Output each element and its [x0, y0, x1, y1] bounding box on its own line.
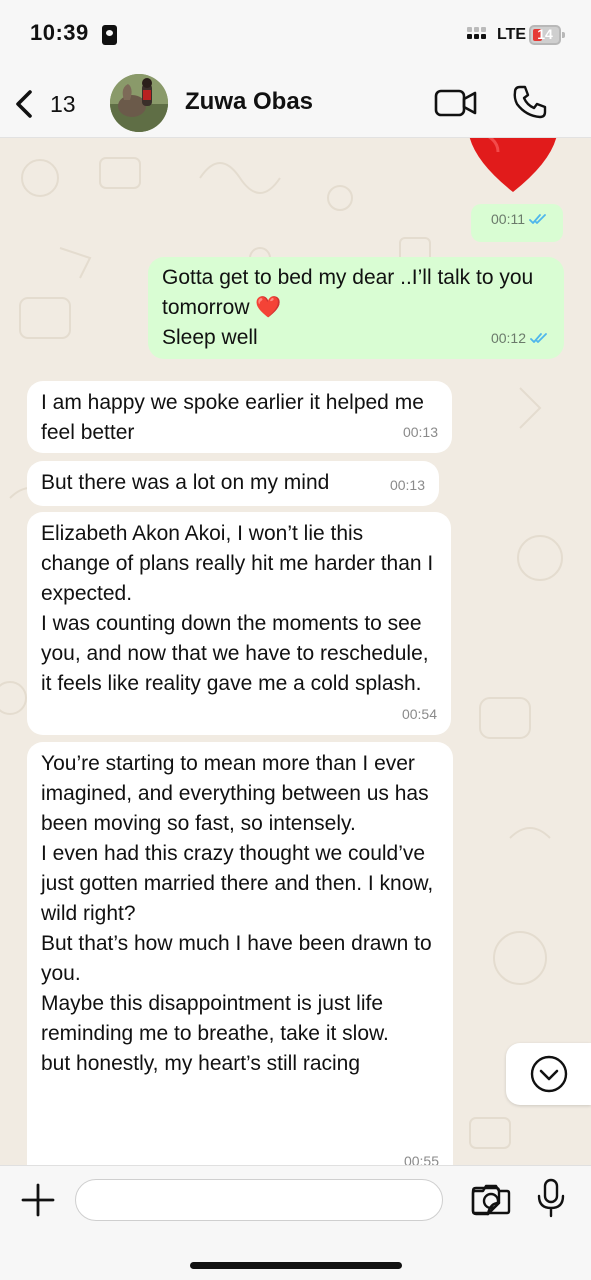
heart-emoji [469, 138, 557, 192]
chat-header: 13 Zuwa Obas [0, 70, 591, 138]
video-camera-icon[interactable] [434, 86, 478, 120]
message-time: 00:13 [389, 477, 425, 493]
message-input-field[interactable] [75, 1179, 501, 1221]
message-bubble-outgoing[interactable]: Gotta get to bed my dear ..I’ll talk to … [148, 257, 564, 359]
back-chevron-icon [16, 90, 32, 118]
message-bubble-outgoing[interactable]: 00:11 [471, 204, 563, 242]
signal-strength-icon [467, 27, 491, 45]
contact-name[interactable]: Zuwa Obas [185, 88, 313, 116]
message-text: Elizabeth Akon Akoi, I won’t lie this ch… [41, 522, 434, 695]
message-text: I am happy we spoke earlier it helped me… [41, 391, 424, 444]
input-bar [0, 1165, 591, 1280]
message-bubble-incoming[interactable]: You’re starting to mean more than I ever… [27, 742, 453, 1165]
phone-icon[interactable] [512, 84, 548, 120]
chat-area[interactable]: 00:11 Gotta get to bed my dear ..I’ll ta… [0, 138, 591, 1165]
double-check-icon [530, 333, 547, 343]
double-check-icon [529, 214, 546, 224]
message-input[interactable] [90, 1186, 390, 1214]
unread-count: 13 [50, 90, 76, 117]
battery-level: 14 [537, 26, 553, 42]
back-button[interactable]: 13 [10, 82, 90, 126]
status-bar: 10:39 LTE 14 [0, 0, 591, 70]
scroll-to-bottom-button[interactable] [506, 1043, 591, 1105]
message-time: 00:55 [403, 1153, 439, 1165]
contact-card-icon [102, 25, 117, 45]
chevron-down-circle-icon [530, 1055, 568, 1093]
message-text: But there was a lot on my mind [41, 471, 330, 494]
microphone-icon[interactable] [536, 1178, 566, 1218]
plus-icon[interactable] [20, 1182, 56, 1218]
home-indicator [190, 1262, 402, 1269]
message-bubble-incoming[interactable]: But there was a lot on my mind 00:13 [27, 461, 439, 506]
network-type: LTE [497, 26, 527, 43]
message-time: 00:13 [402, 424, 438, 440]
battery-icon: 14 [529, 25, 565, 45]
message-bubble-incoming[interactable]: Elizabeth Akon Akoi, I won’t lie this ch… [27, 512, 451, 735]
avatar[interactable] [110, 74, 168, 132]
status-time: 10:39 [30, 20, 89, 45]
message-text: You’re starting to mean more than I ever… [41, 752, 434, 1075]
camera-icon[interactable] [471, 1182, 511, 1216]
message-time: 00:11 [491, 211, 525, 227]
message-time: 00:54 [401, 706, 437, 722]
message-bubble-incoming[interactable]: I am happy we spoke earlier it helped me… [27, 381, 452, 453]
message-time: 00:12 [490, 330, 526, 346]
avatar-image [110, 74, 168, 132]
